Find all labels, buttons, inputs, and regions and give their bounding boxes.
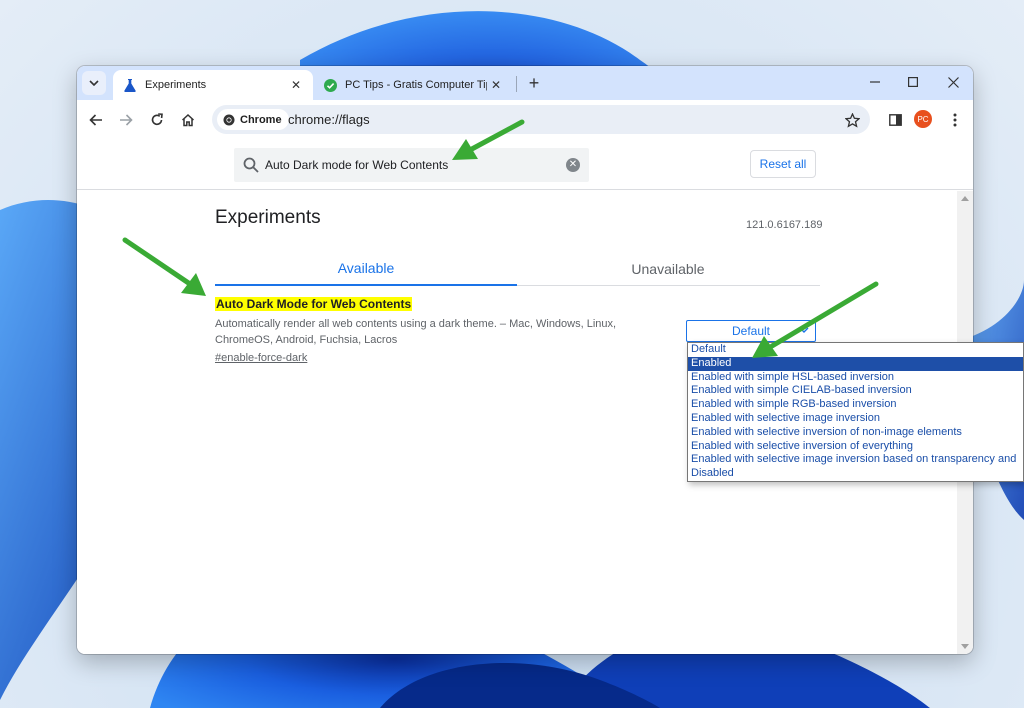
close-tab-icon[interactable]: ✕: [287, 76, 305, 94]
dropdown-option-selected[interactable]: Enabled: [688, 356, 1023, 371]
tab-available[interactable]: Available: [215, 251, 517, 286]
site-chip-label: Chrome: [240, 113, 282, 126]
scroll-down-arrow[interactable]: [961, 644, 969, 649]
check-circle-icon: [323, 78, 337, 92]
side-panel-button[interactable]: [883, 108, 907, 132]
menu-button[interactable]: [943, 108, 967, 132]
maximize-button[interactable]: [893, 66, 933, 98]
tab-title: Experiments: [145, 79, 207, 91]
tab-strip: Experiments ✕ PC Tips - Gratis Computer …: [77, 66, 973, 100]
dropdown-option[interactable]: Enabled with selective image inversion: [688, 412, 1023, 426]
minimize-button[interactable]: [855, 66, 895, 98]
flags-search-input[interactable]: Auto Dark mode for Web Contents ✕: [234, 148, 589, 182]
experiment-description: Automatically render all web contents us…: [215, 318, 617, 346]
close-window-button[interactable]: [933, 66, 973, 98]
close-icon: [947, 76, 959, 88]
flags-header: Auto Dark mode for Web Contents ✕ Reset …: [77, 140, 973, 190]
chevron-down-icon: [799, 327, 809, 333]
clear-search-icon[interactable]: ✕: [566, 158, 580, 172]
tab-unavailable[interactable]: Unavailable: [517, 251, 819, 286]
bookmark-button[interactable]: [842, 110, 862, 130]
browser-toolbar: Chrome chrome://flags PC: [77, 100, 973, 140]
back-button[interactable]: [84, 108, 108, 132]
tab-pc-tips[interactable]: PC Tips - Gratis Computer Tips. ✕: [313, 70, 513, 100]
dropdown-option[interactable]: Enabled with selective inversion of ever…: [688, 440, 1023, 454]
kebab-menu-icon: [953, 113, 957, 127]
search-icon: [243, 157, 259, 173]
dropdown-option[interactable]: Default: [688, 343, 1023, 357]
dropdown-option[interactable]: Enabled with selective image inversion b…: [688, 453, 1023, 467]
minimize-icon: [870, 81, 880, 83]
scroll-up-arrow[interactable]: [961, 196, 969, 201]
side-panel-icon: [888, 114, 902, 126]
dropdown-option[interactable]: Enabled with selective inversion of non-…: [688, 426, 1023, 440]
dropdown-option[interactable]: Enabled with simple CIELAB-based inversi…: [688, 384, 1023, 398]
tab-divider: [516, 76, 517, 92]
tab-search-button[interactable]: [82, 71, 106, 95]
experiment-title: Auto Dark Mode for Web Contents: [215, 297, 413, 311]
address-bar[interactable]: Chrome chrome://flags: [212, 105, 870, 134]
site-info-chip[interactable]: Chrome: [217, 109, 289, 130]
dropdown-option[interactable]: Enabled with simple RGB-based inversion: [688, 398, 1023, 412]
select-dropdown-list: Default Enabled Enabled with simple HSL-…: [687, 342, 1024, 482]
experiment-anchor-link[interactable]: #enable-force-dark: [215, 352, 307, 364]
new-tab-button[interactable]: +: [523, 72, 545, 94]
close-tab-icon[interactable]: ✕: [487, 76, 505, 94]
page-title: Experiments: [215, 207, 321, 228]
chevron-down-icon: [89, 80, 99, 86]
flags-tabs: Available Unavailable: [215, 251, 820, 286]
reload-icon: [151, 113, 163, 126]
reload-button[interactable]: [145, 108, 169, 132]
profile-avatar[interactable]: PC: [914, 110, 932, 128]
star-icon: [844, 112, 860, 128]
dropdown-option[interactable]: Disabled: [688, 467, 1023, 481]
home-icon: [181, 113, 195, 127]
reset-all-button[interactable]: Reset all: [750, 150, 816, 178]
search-value: Auto Dark mode for Web Contents: [265, 158, 449, 172]
forward-button[interactable]: [114, 108, 138, 132]
tab-experiments[interactable]: Experiments ✕: [113, 70, 313, 100]
arrow-left-icon: [89, 114, 102, 126]
select-value: Default: [731, 324, 771, 338]
url-text: chrome://flags: [288, 112, 370, 127]
version-label: 121.0.6167.189: [746, 219, 823, 231]
tab-title: PC Tips - Gratis Computer Tips.: [345, 79, 487, 91]
flask-icon: [123, 78, 137, 92]
chrome-logo-icon: [223, 114, 235, 125]
home-button[interactable]: [176, 108, 200, 132]
experiment-select[interactable]: Default: [686, 320, 816, 342]
dropdown-option[interactable]: Enabled with simple HSL-based inversion: [688, 371, 1023, 385]
arrow-right-icon: [120, 114, 133, 126]
maximize-icon: [908, 77, 918, 87]
